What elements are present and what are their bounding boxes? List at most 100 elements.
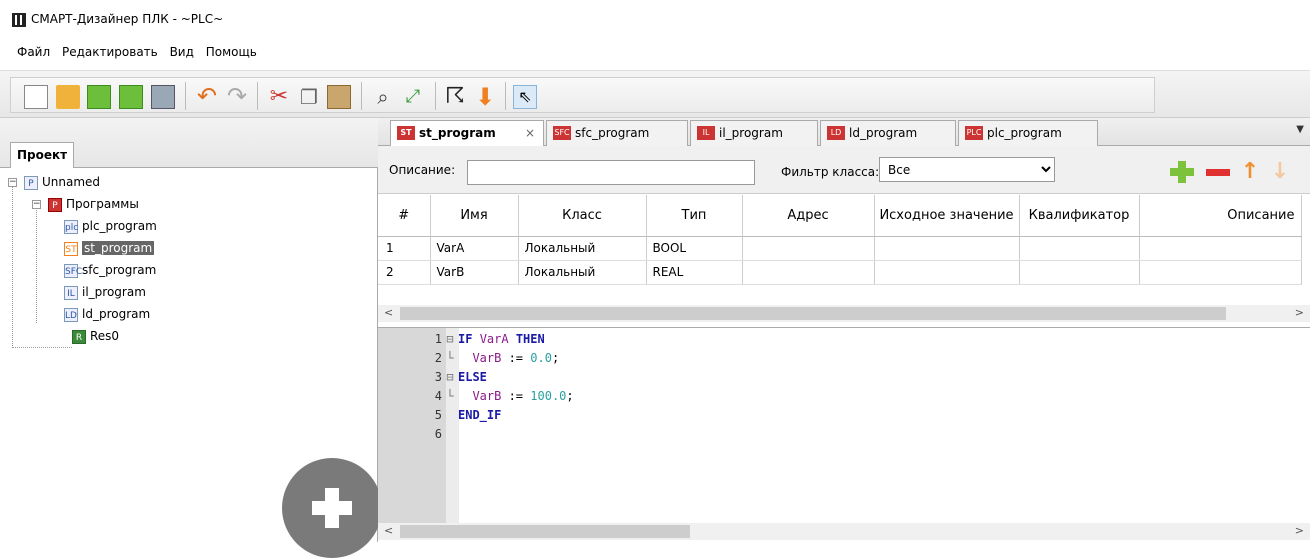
tree-item-ld-program[interactable]: LD ld_program bbox=[64, 304, 150, 324]
paste-icon[interactable] bbox=[327, 85, 351, 109]
tree-item-il-program[interactable]: IL il_program bbox=[64, 282, 146, 302]
scroll-right-icon[interactable]: > bbox=[1295, 306, 1304, 319]
delete-variable-icon[interactable] bbox=[1206, 161, 1230, 183]
col-header[interactable]: Адрес bbox=[742, 195, 875, 237]
cell-initial-value[interactable] bbox=[874, 260, 1020, 285]
cell-description[interactable] bbox=[1139, 236, 1302, 261]
kw-then: THEN bbox=[515, 332, 545, 346]
tree-item-label: st_program bbox=[82, 241, 155, 255]
tab-plc-program[interactable]: PLC plc_program bbox=[958, 120, 1098, 146]
col-header[interactable]: Описание bbox=[1139, 195, 1302, 237]
plc-program-icon: plc bbox=[64, 219, 78, 234]
open-folder-icon[interactable] bbox=[56, 85, 80, 109]
tree-node-resource[interactable]: R Res0 bbox=[72, 326, 119, 346]
kw-else: ELSE bbox=[458, 370, 487, 384]
pointer-icon[interactable]: ⇖ bbox=[513, 85, 537, 109]
tab-project[interactable]: Проект bbox=[10, 142, 74, 168]
cell-address[interactable] bbox=[742, 260, 875, 285]
cell-name[interactable]: VarA bbox=[430, 236, 519, 261]
table-row[interactable]: 2 VarB Локальный REAL bbox=[378, 260, 1302, 285]
tree-item-st-program[interactable]: ST st_program bbox=[64, 238, 155, 258]
menu-help[interactable]: Помощь bbox=[206, 45, 257, 59]
cell-class[interactable]: Локальный bbox=[518, 236, 647, 261]
save-icon[interactable] bbox=[87, 85, 111, 109]
tab-ld-program[interactable]: LD ld_program bbox=[820, 120, 956, 146]
line-number: 6 bbox=[434, 427, 442, 441]
fit-icon[interactable]: ⤢ bbox=[401, 85, 425, 109]
code-lines[interactable]: 1 ⊟ IF VarA THEN 2 └ VarB := 0.0; 3 ⊟ ELSE 4 └… bbox=[378, 330, 574, 444]
cut-icon[interactable]: ✂ bbox=[267, 85, 291, 109]
code-line[interactable]: 1 ⊟ IF VarA THEN bbox=[378, 330, 574, 349]
col-header[interactable]: Квалификатор bbox=[1019, 195, 1140, 237]
move-down-icon[interactable]: ↓ bbox=[1268, 161, 1292, 183]
menu-file[interactable]: Файл bbox=[17, 45, 50, 59]
cell-address[interactable] bbox=[742, 236, 875, 261]
collapse-icon[interactable]: − bbox=[32, 200, 41, 209]
cell-qualifier[interactable] bbox=[1019, 260, 1140, 285]
cell-class[interactable]: Локальный bbox=[518, 260, 647, 285]
toolbar-strip: ↶ ↷ ✂ ❐ ⌕ ⤢ ☈ ⬇ ⇖ bbox=[10, 77, 1155, 113]
tab-st-program[interactable]: ST st_program × bbox=[390, 120, 544, 146]
cell-num[interactable]: 1 bbox=[378, 236, 431, 261]
col-header[interactable]: # bbox=[378, 195, 431, 237]
table-horizontal-scrollbar[interactable]: < > bbox=[378, 305, 1310, 322]
description-input[interactable] bbox=[467, 160, 755, 185]
code-editor[interactable]: 1 ⊟ IF VarA THEN 2 └ VarB := 0.0; 3 ⊟ ELSE 4 └… bbox=[378, 327, 1310, 524]
close-icon[interactable]: × bbox=[525, 121, 535, 145]
table-row[interactable]: 1 VarA Локальный BOOL bbox=[378, 236, 1302, 261]
tree-item-sfc-program[interactable]: SFCsfc_program bbox=[64, 260, 156, 280]
save-all-icon[interactable] bbox=[119, 85, 143, 109]
tabs-dropdown-icon[interactable]: ▼ bbox=[1296, 124, 1304, 135]
col-header[interactable]: Тип bbox=[646, 195, 743, 237]
code-line[interactable]: 5 END_IF bbox=[378, 406, 574, 425]
menu-edit[interactable]: Редактировать bbox=[62, 45, 158, 59]
add-floating-button[interactable] bbox=[282, 458, 382, 558]
undo-icon[interactable]: ↶ bbox=[195, 84, 219, 109]
redo-icon[interactable]: ↷ bbox=[225, 84, 249, 109]
code-line[interactable]: 4 └ VarB := 100.0; bbox=[378, 387, 574, 406]
cell-type[interactable]: BOOL bbox=[646, 236, 743, 261]
cell-type[interactable]: REAL bbox=[646, 260, 743, 285]
col-header[interactable]: Класс bbox=[518, 195, 647, 237]
move-up-icon[interactable]: ↑ bbox=[1238, 161, 1262, 183]
col-header[interactable]: Имя bbox=[430, 195, 519, 237]
scroll-left-icon[interactable]: < bbox=[384, 524, 393, 537]
var-varb: VarB bbox=[472, 389, 502, 403]
run-icon[interactable]: ☈ bbox=[443, 85, 467, 109]
cell-initial-value[interactable] bbox=[874, 236, 1020, 261]
new-file-icon[interactable] bbox=[24, 85, 48, 109]
col-header[interactable]: Исходное значение bbox=[874, 195, 1020, 237]
scroll-left-icon[interactable]: < bbox=[384, 306, 393, 319]
cell-name[interactable]: VarB bbox=[430, 260, 519, 285]
tab-label: st_program bbox=[419, 126, 496, 140]
table-header: # Имя Класс Тип Адрес Исходное значение … bbox=[378, 195, 1302, 237]
line-number: 3 bbox=[434, 370, 442, 384]
cell-qualifier[interactable] bbox=[1019, 236, 1140, 261]
code-line[interactable]: 2 └ VarB := 0.0; bbox=[378, 349, 574, 368]
copy-icon[interactable]: ❐ bbox=[297, 85, 321, 109]
editor-horizontal-scrollbar[interactable]: < > bbox=[378, 523, 1310, 540]
tab-il-program[interactable]: IL il_program bbox=[690, 120, 818, 146]
add-variable-icon[interactable] bbox=[1170, 161, 1194, 183]
fold-toggle-icon[interactable]: ⊟ bbox=[442, 330, 458, 349]
scrollbar-thumb[interactable] bbox=[400, 307, 1226, 320]
cell-description[interactable] bbox=[1139, 260, 1302, 285]
plc-tab-icon: PLC bbox=[965, 126, 983, 140]
download-icon[interactable]: ⬇ bbox=[473, 85, 497, 109]
tree-item-plc-program[interactable]: plc plc_program bbox=[64, 216, 157, 236]
print-icon[interactable] bbox=[151, 85, 175, 109]
menu-view[interactable]: Вид bbox=[170, 45, 194, 59]
scroll-right-icon[interactable]: > bbox=[1295, 524, 1304, 537]
tab-sfc-program[interactable]: SFC sfc_program bbox=[546, 120, 688, 146]
collapse-icon[interactable]: − bbox=[8, 178, 17, 187]
code-line[interactable]: 6 bbox=[378, 425, 574, 444]
line-number: 4 bbox=[434, 389, 442, 403]
cell-num[interactable]: 2 bbox=[378, 260, 431, 285]
tree-node-programs[interactable]: − P Программы bbox=[32, 194, 139, 214]
class-filter-select[interactable]: Все bbox=[879, 157, 1055, 182]
code-line[interactable]: 3 ⊟ ELSE bbox=[378, 368, 574, 387]
zoom-icon[interactable]: ⌕ bbox=[371, 85, 395, 109]
scrollbar-thumb[interactable] bbox=[400, 525, 690, 538]
tree-node-root[interactable]: − P Unnamed bbox=[8, 172, 100, 192]
fold-toggle-icon[interactable]: ⊟ bbox=[442, 368, 458, 387]
